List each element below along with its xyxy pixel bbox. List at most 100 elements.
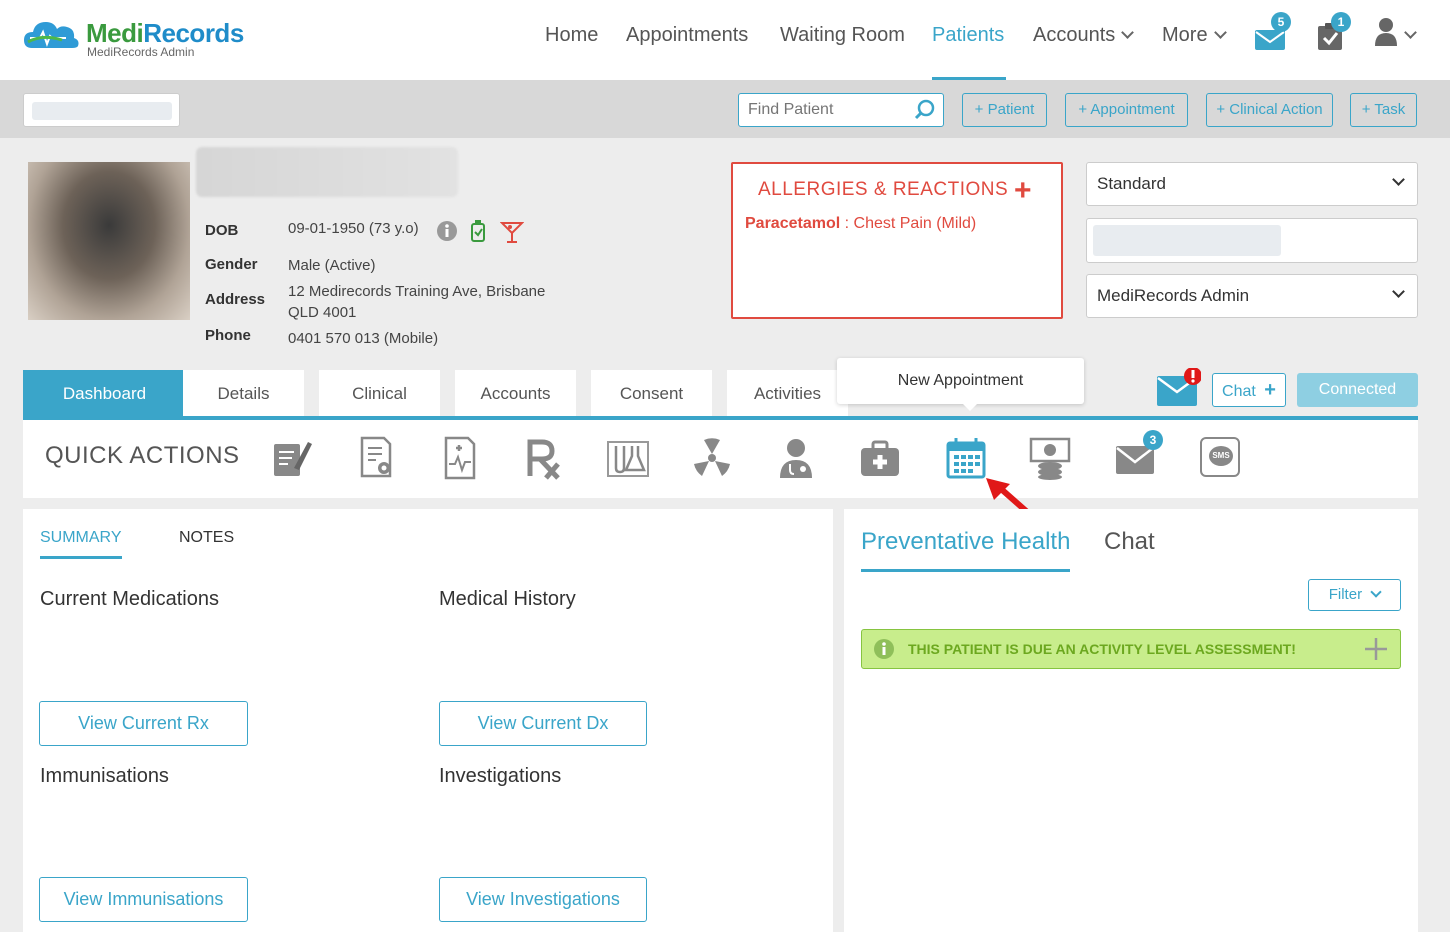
- phone-label: Phone: [205, 327, 251, 344]
- nav-more[interactable]: More: [1162, 24, 1227, 80]
- allergy-separator: :: [840, 215, 854, 232]
- add-appointment-button[interactable]: + Appointment: [1065, 93, 1188, 127]
- search-icon[interactable]: [914, 99, 936, 121]
- brand-subtitle: MediRecords Admin: [87, 45, 195, 59]
- user-menu[interactable]: [1374, 16, 1418, 48]
- mail-badge: 3: [1143, 430, 1163, 450]
- redacted-field[interactable]: [1086, 218, 1418, 263]
- allergy-item[interactable]: Paracetamol : Chest Pain (Mild): [745, 215, 976, 233]
- practitioner-select[interactable]: MediRecords Admin: [1086, 274, 1418, 318]
- billing-type-value: Standard: [1097, 174, 1166, 193]
- nav-patients[interactable]: Patients: [932, 24, 1006, 80]
- certificate-icon[interactable]: [354, 436, 398, 480]
- tab-notes[interactable]: NOTES: [179, 529, 234, 547]
- add-clinical-action-button[interactable]: + Clinical Action: [1206, 93, 1333, 127]
- patient-photo: [28, 162, 190, 320]
- tab-accounts[interactable]: Accounts: [455, 370, 576, 417]
- alcohol-cocktail-icon[interactable]: [500, 220, 524, 244]
- info-icon: [874, 639, 894, 659]
- view-investigations-button[interactable]: View Investigations: [439, 877, 647, 922]
- chevron-down-icon: [1404, 26, 1417, 39]
- phone-value: 0401 570 013 (Mobile): [288, 330, 439, 347]
- tab-summary[interactable]: SUMMARY: [40, 529, 122, 559]
- sms-bubble-icon: SMS: [1209, 446, 1233, 466]
- tooltip-arrow: [961, 402, 979, 411]
- plus-icon[interactable]: [1364, 637, 1388, 661]
- messages-button[interactable]: 5: [1254, 12, 1291, 50]
- patient-context-select[interactable]: [23, 93, 180, 127]
- allergies-title: ALLERGIES & REACTIONS: [758, 179, 1009, 200]
- filter-button[interactable]: Filter: [1308, 579, 1401, 611]
- gender-value: Male (Active): [288, 257, 376, 274]
- billing-money-icon[interactable]: [1028, 436, 1072, 480]
- plus-icon: +: [1264, 379, 1276, 401]
- radiology-icon[interactable]: [690, 436, 734, 480]
- gender-label: Gender: [205, 256, 258, 273]
- connected-button[interactable]: Connected: [1297, 373, 1418, 407]
- nav-waiting-room[interactable]: Waiting Room: [780, 24, 905, 80]
- info-icon[interactable]: [436, 220, 458, 242]
- chat-button[interactable]: Chat +: [1212, 373, 1286, 407]
- alert-message: THIS PATIENT IS DUE AN ACTIVITY LEVEL AS…: [908, 641, 1296, 657]
- tasks-badge: 1: [1331, 12, 1351, 32]
- new-appointment-calendar-icon[interactable]: [944, 436, 988, 480]
- brand-name-part1: Medi: [86, 18, 144, 48]
- messages-badge: 5: [1271, 12, 1291, 32]
- tab-clinical[interactable]: Clinical: [319, 370, 440, 417]
- dob-label: DOB: [205, 222, 239, 239]
- allergy-name: Paracetamol: [745, 215, 841, 232]
- chevron-down-icon: [1392, 285, 1405, 298]
- chat-button-label: Chat: [1222, 383, 1256, 400]
- allergies-panel: ALLERGIES & REACTIONS + Paracetamol : Ch…: [731, 162, 1063, 319]
- add-patient-button[interactable]: + Patient: [962, 93, 1047, 127]
- health-summary-icon[interactable]: [438, 436, 482, 480]
- nav-appointments[interactable]: Appointments: [626, 24, 748, 80]
- address-line1: 12 Medirecords Training Ave, Brisbane: [288, 283, 546, 300]
- tasks-button[interactable]: 1: [1316, 12, 1351, 50]
- add-task-button[interactable]: + Task: [1350, 93, 1417, 127]
- sms-button[interactable]: SMS: [1200, 437, 1240, 477]
- quick-actions-title: QUICK ACTIONS: [45, 442, 240, 469]
- brand-name-part2: Records: [143, 18, 244, 48]
- nav-accounts-label: Accounts: [1033, 24, 1116, 46]
- activity-assessment-alert[interactable]: THIS PATIENT IS DUE AN ACTIVITY LEVEL AS…: [861, 629, 1401, 669]
- view-current-rx-button[interactable]: View Current Rx: [39, 701, 248, 746]
- redacted-text: [1093, 225, 1281, 256]
- immunisations-title: Immunisations: [40, 765, 169, 787]
- billing-type-select[interactable]: Standard: [1086, 162, 1418, 206]
- medical-kit-icon[interactable]: [858, 436, 902, 480]
- patient-messages-button[interactable]: [1157, 367, 1202, 408]
- patient-mail-button[interactable]: 3: [1114, 430, 1163, 480]
- tab-consent[interactable]: Consent: [591, 370, 712, 417]
- tab-activities[interactable]: Activities: [727, 370, 848, 417]
- prescription-rx-icon[interactable]: [522, 436, 566, 480]
- pathology-lab-icon[interactable]: [606, 436, 650, 480]
- current-medications-title: Current Medications: [40, 588, 219, 610]
- referral-doctor-icon[interactable]: [774, 436, 818, 480]
- envelope-alert-icon: [1157, 367, 1202, 406]
- tab-dashboard[interactable]: Dashboard: [23, 370, 186, 417]
- user-icon: [1375, 18, 1397, 46]
- tab-details[interactable]: Details: [183, 370, 304, 417]
- clinical-note-icon[interactable]: [270, 436, 314, 480]
- new-appointment-tooltip: New Appointment: [837, 358, 1084, 404]
- cloud-logo-icon: [24, 22, 79, 48]
- redacted-text: [32, 102, 172, 120]
- tab-preventative-health[interactable]: Preventative Health: [861, 528, 1071, 572]
- add-allergy-plus-icon[interactable]: +: [1014, 174, 1032, 208]
- view-current-dx-button[interactable]: View Current Dx: [439, 701, 647, 746]
- view-immunisations-button[interactable]: View Immunisations: [39, 877, 248, 922]
- chevron-down-icon: [1392, 173, 1405, 186]
- preventative-health-panel: [844, 509, 1418, 932]
- find-patient-wrapper: [738, 93, 944, 127]
- allergy-reaction: Chest Pain (Mild): [853, 215, 977, 232]
- smoking-status-icon[interactable]: [469, 219, 487, 243]
- nav-more-label: More: [1162, 24, 1208, 46]
- address-line2: QLD 4001: [288, 304, 357, 321]
- medical-history-title: Medical History: [439, 588, 576, 610]
- practitioner-value: MediRecords Admin: [1097, 286, 1250, 305]
- filter-label: Filter: [1328, 586, 1363, 603]
- tab-chat[interactable]: Chat: [1104, 528, 1155, 556]
- nav-home[interactable]: Home: [545, 24, 598, 80]
- nav-accounts[interactable]: Accounts: [1033, 24, 1135, 80]
